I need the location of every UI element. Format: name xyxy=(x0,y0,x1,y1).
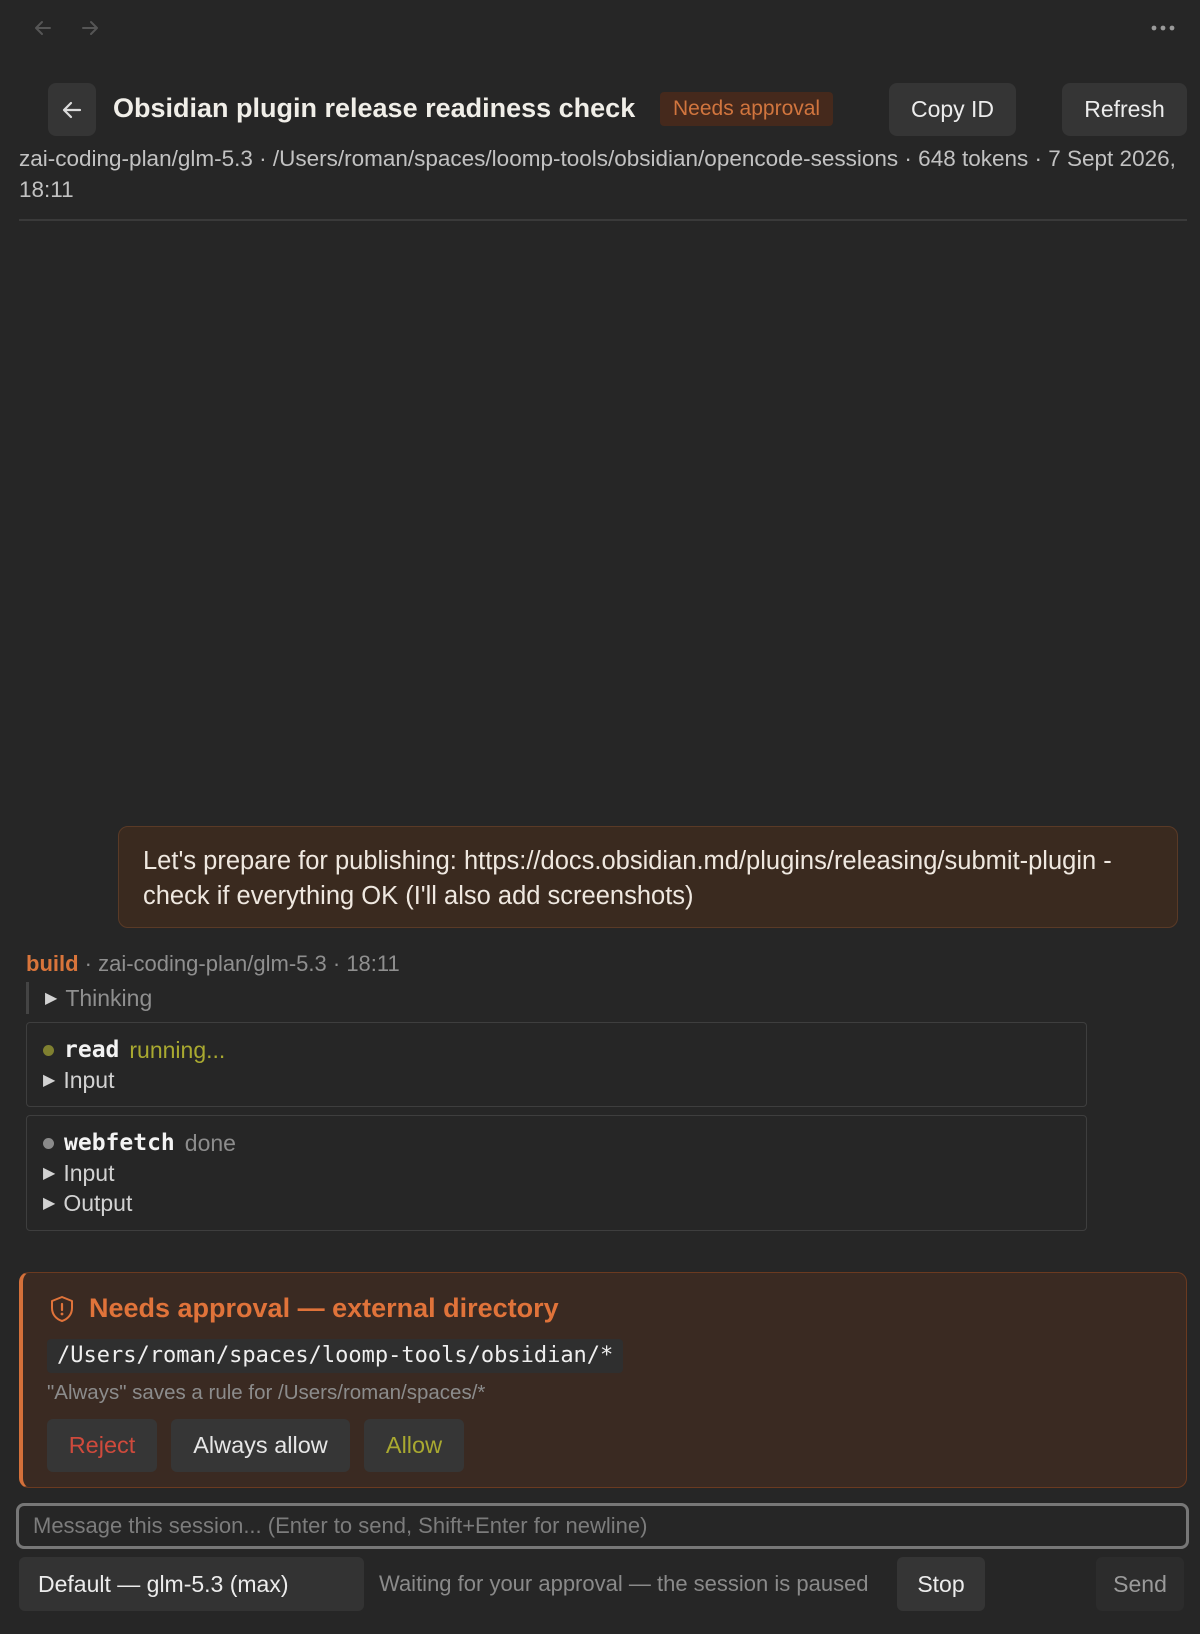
tool-card-read: read running... ▶ Input xyxy=(26,1022,1087,1107)
caret-right-icon: ▶ xyxy=(45,990,58,1007)
status-dot-icon xyxy=(43,1044,54,1056)
nav-back-icon[interactable] xyxy=(29,14,57,42)
nav-forward-icon[interactable] xyxy=(76,14,104,42)
approval-title: Needs approval — external directory xyxy=(89,1293,559,1323)
session-header: Obsidian plugin release readiness check … xyxy=(0,83,1200,137)
copy-id-button[interactable]: Copy ID xyxy=(889,83,1016,136)
agent-details: · zai-coding-plan/glm-5.3 · 18:11 xyxy=(78,951,400,976)
page-title: Obsidian plugin release readiness check xyxy=(113,93,636,123)
tool-card-webfetch: webfetch done ▶ Input ▶ Output xyxy=(26,1115,1087,1231)
shield-icon xyxy=(51,1295,73,1322)
refresh-button[interactable]: Refresh xyxy=(1062,83,1187,136)
thinking-label: Thinking xyxy=(65,984,153,1011)
tool-input-toggle[interactable]: ▶ Input xyxy=(43,1065,1070,1095)
agent-meta: build · zai-coding-plan/glm-5.3 · 18:11 xyxy=(26,951,400,977)
approval-note: "Always" saves a rule for /Users/roman/s… xyxy=(47,1381,486,1404)
thinking-toggle[interactable]: ▶ Thinking xyxy=(26,982,152,1014)
status-dot-icon xyxy=(43,1137,54,1149)
waiting-status: Waiting for your approval — the session … xyxy=(379,1571,869,1596)
always-allow-button[interactable]: Always allow xyxy=(171,1419,350,1472)
approval-path: /Users/roman/spaces/loomp-tools/obsidian… xyxy=(47,1339,624,1373)
arrow-left-icon xyxy=(62,101,82,118)
model-select[interactable]: Default — glm-5.3 (max) xyxy=(19,1557,364,1611)
header-divider xyxy=(19,219,1187,221)
more-options-icon[interactable] xyxy=(1146,14,1180,42)
caret-right-icon: ▶ xyxy=(43,1072,56,1089)
tool-row-label: Input xyxy=(63,1159,115,1186)
tool-row-label: Input xyxy=(63,1066,115,1093)
tool-output-toggle[interactable]: ▶ Output xyxy=(43,1188,1070,1218)
allow-button[interactable]: Allow xyxy=(364,1419,464,1472)
tool-status: done xyxy=(184,1129,236,1156)
tool-row-label: Output xyxy=(63,1189,133,1216)
reject-button[interactable]: Reject xyxy=(47,1419,157,1472)
send-button[interactable]: Send xyxy=(1096,1557,1184,1611)
status-badge: Needs approval xyxy=(660,92,834,126)
approval-panel: Needs approval — external directory /Use… xyxy=(19,1272,1187,1488)
agent-name: build xyxy=(26,951,79,976)
caret-right-icon: ▶ xyxy=(43,1165,56,1182)
session-meta: zai-coding-plan/glm-5.3 · /Users/roman/s… xyxy=(19,146,1176,202)
tool-status: running... xyxy=(129,1036,226,1063)
tool-input-toggle[interactable]: ▶ Input xyxy=(43,1158,1070,1188)
tool-name: webfetch xyxy=(64,1130,175,1156)
tool-name: read xyxy=(64,1037,120,1063)
caret-right-icon: ▶ xyxy=(43,1195,56,1212)
message-input[interactable] xyxy=(16,1503,1189,1549)
stop-button[interactable]: Stop xyxy=(897,1557,985,1611)
user-message: Let's prepare for publishing: https://do… xyxy=(118,826,1178,928)
back-button[interactable] xyxy=(48,83,96,136)
